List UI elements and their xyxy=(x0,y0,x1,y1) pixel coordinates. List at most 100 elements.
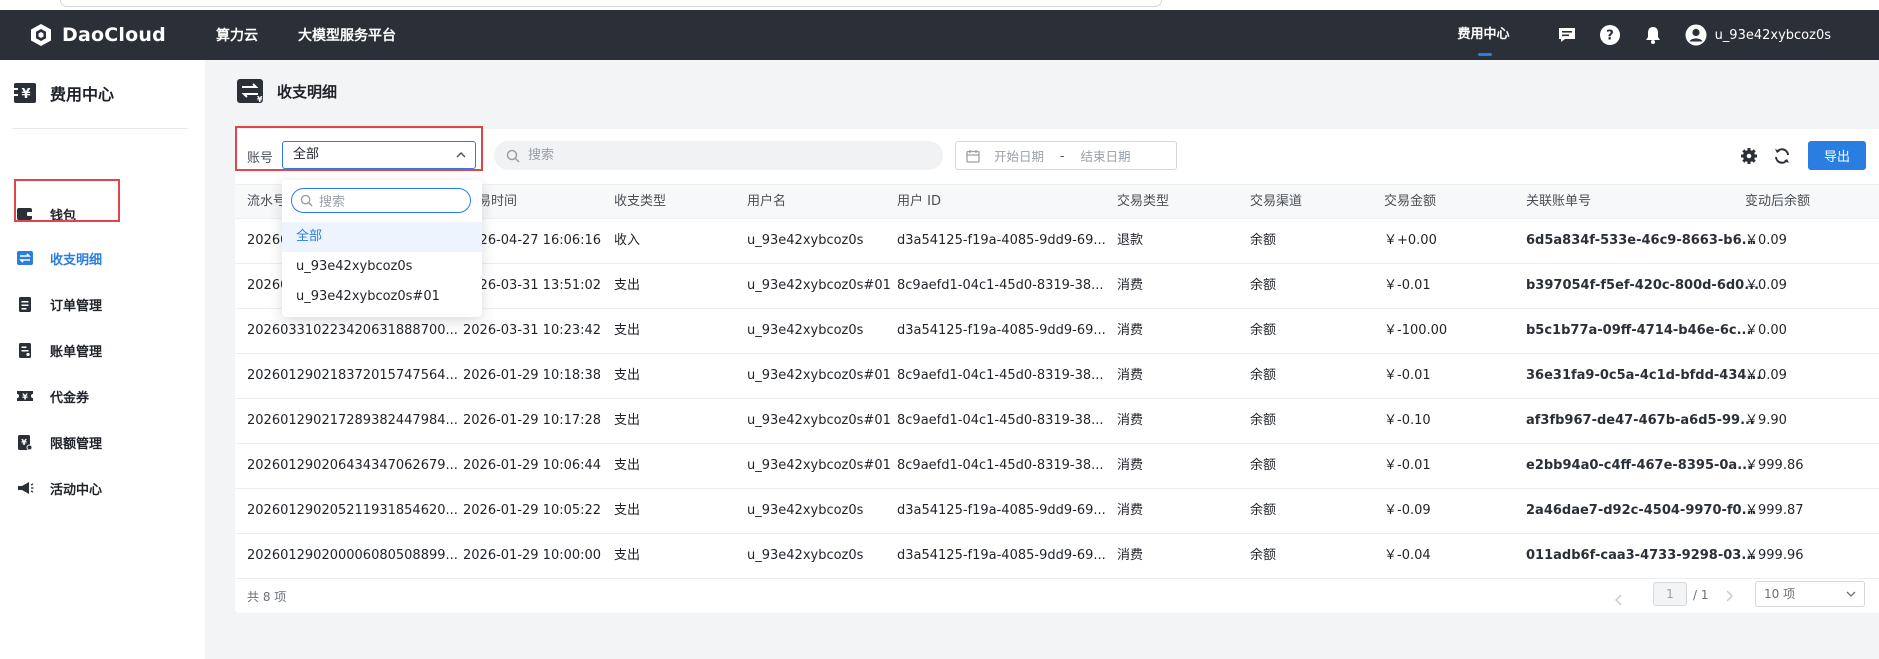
brand-logo[interactable]: DaoCloud xyxy=(28,21,166,49)
sidebar-item-transactions[interactable]: 收支明细 xyxy=(16,246,102,270)
chevron-down-icon xyxy=(1846,591,1856,597)
limit-icon: ¥ xyxy=(16,433,34,451)
table-row[interactable]: 20260129020000608050​8899... 2026-01-29 1… xyxy=(235,533,1879,579)
date-range-picker[interactable]: 开始日期 - 结束日期 xyxy=(955,141,1177,170)
cell-dir: 支出 xyxy=(614,323,641,338)
cell-uid: d3a54125-f19a-4085-9dd9-69... xyxy=(897,233,1106,248)
user-menu[interactable]: u_93e42xybcoz0s xyxy=(1685,24,1831,46)
col-user-id[interactable]: 用户 ID xyxy=(897,185,941,218)
bill-icon xyxy=(16,341,34,359)
highlight-box-sidebar xyxy=(14,179,120,222)
cell-channel: 余额 xyxy=(1250,278,1277,293)
cell-time: 2026-01-29 10:06:44 xyxy=(463,458,602,473)
topnav-item-cost-center[interactable]: 费用中心 xyxy=(1458,10,1510,60)
svg-text:¥: ¥ xyxy=(22,393,28,402)
col-time[interactable]: 易时间 xyxy=(478,185,517,218)
cell-time: 2026-01-29 10:00:00 xyxy=(463,548,602,563)
sidebar-item-limits[interactable]: ¥ 限额管理 xyxy=(16,430,102,454)
sidebar-item-bills[interactable]: 账单管理 xyxy=(16,338,102,362)
prev-page-icon[interactable] xyxy=(1615,588,1623,612)
col-username[interactable]: 用户名 xyxy=(747,185,786,218)
top-bar: DaoCloud 算力云 大模型服务平台 费用中心 ? u_93e42xybco… xyxy=(0,10,1879,60)
cell-amount: ￥+0.00 xyxy=(1384,233,1437,248)
cell-serial: 20260129021728938244​7984... xyxy=(247,413,458,428)
cell-dir: 支出 xyxy=(614,413,641,428)
dropdown-option-all[interactable]: 全部 xyxy=(282,222,482,252)
daocloud-logo-icon xyxy=(31,24,51,46)
cell-uid: d3a54125-f19a-4085-9dd9-69... xyxy=(897,503,1106,518)
cell-balance: ￥999.96 xyxy=(1745,548,1804,563)
cell-time: 2026-03-31 10:23:42 xyxy=(463,323,602,338)
col-trade-type[interactable]: 交易类型 xyxy=(1117,185,1169,218)
dropdown-option-user[interactable]: u_93e42xybcoz0s xyxy=(282,252,482,282)
page-number-input[interactable]: 1 xyxy=(1653,582,1687,606)
cell-bill: af3fb967-de47-467b-a6d5-99... xyxy=(1526,413,1755,428)
sidebar: ¥ 费用中心 钱包 收支明细 订单管理 账单管理 ¥ 代金券 ¥ 限额管理 活动… xyxy=(0,60,205,659)
cell-balance: ￥0.09 xyxy=(1745,278,1787,293)
dropdown-option-user-01[interactable]: u_93e42xybcoz0s#01 xyxy=(282,282,482,312)
search-icon xyxy=(506,149,520,163)
cell-user: u_93e42xybcoz0s#01 xyxy=(747,278,891,293)
message-icon[interactable] xyxy=(1556,24,1578,46)
page-size-select[interactable]: 10 项 xyxy=(1755,581,1865,607)
search-box[interactable] xyxy=(494,141,943,170)
cell-time: 2026-01-29 10:05:22 xyxy=(463,503,602,518)
export-button[interactable]: 导出 xyxy=(1808,141,1866,170)
cell-serial: 20260129020521193185​4620... xyxy=(247,503,458,518)
svg-text:¥: ¥ xyxy=(257,95,263,104)
cell-dir: 支出 xyxy=(614,368,641,383)
cell-uid: 8c9aefd1-04c1-45d0-8319-38... xyxy=(897,413,1104,428)
svg-text:¥: ¥ xyxy=(21,438,27,447)
topnav-item-llm-platform[interactable]: 大模型服务平台 xyxy=(298,25,396,45)
dropdown-search-input[interactable]: 搜索 xyxy=(291,188,471,213)
cell-balance: ￥9.90 xyxy=(1745,413,1787,428)
cell-user: u_93e42xybcoz0s#01 xyxy=(747,368,891,383)
transactions-icon xyxy=(16,249,34,267)
table-row[interactable]: 20260129021728938244​7984... 2026-01-29 1… xyxy=(235,398,1879,444)
sidebar-item-orders[interactable]: 订单管理 xyxy=(16,292,102,316)
cell-serial: 20260129021837201574​7564... xyxy=(247,368,458,383)
cell-amount: ￥-0.01 xyxy=(1384,458,1431,473)
sidebar-item-activity-center[interactable]: 活动中心 xyxy=(16,476,102,500)
sidebar-item-vouchers[interactable]: ¥ 代金券 xyxy=(16,384,89,408)
help-icon[interactable]: ? xyxy=(1599,24,1621,46)
table-row[interactable]: 2026033102234206318887​00... 2026-03-31 1… xyxy=(235,308,1879,354)
highlight-box-account xyxy=(235,126,483,171)
avatar-icon xyxy=(1685,24,1707,46)
refresh-icon[interactable] xyxy=(1772,146,1792,166)
cell-user: u_93e42xybcoz0s xyxy=(747,503,864,518)
cell-amount: ￥-0.04 xyxy=(1384,548,1431,563)
table-row[interactable]: 20260129020643434706​2679... 2026-01-29 1… xyxy=(235,443,1879,489)
cell-type: 消费 xyxy=(1117,458,1144,473)
col-channel[interactable]: 交易渠道 xyxy=(1250,185,1302,218)
svg-text:?: ? xyxy=(1606,29,1614,44)
cell-balance: ￥999.87 xyxy=(1745,503,1804,518)
table-row[interactable]: 20260129021837201574​7564... 2026-01-29 1… xyxy=(235,353,1879,399)
start-date-input[interactable]: 开始日期 xyxy=(994,146,1044,165)
settings-gear-icon[interactable] xyxy=(1739,146,1759,166)
col-bill-no[interactable]: 关联账单号 xyxy=(1526,185,1591,218)
col-balance[interactable]: 变动后余额 xyxy=(1745,185,1810,218)
cell-channel: 余额 xyxy=(1250,233,1277,248)
col-direction[interactable]: 收支类型 xyxy=(614,185,666,218)
bell-icon[interactable] xyxy=(1642,24,1664,46)
transactions-title-icon: ¥ xyxy=(237,79,263,104)
cell-type: 消费 xyxy=(1117,548,1144,563)
cell-channel: 余额 xyxy=(1250,323,1277,338)
next-page-icon[interactable] xyxy=(1725,587,1733,606)
total-count: 共 8 项 xyxy=(247,590,287,604)
cell-type: 退款 xyxy=(1117,233,1144,248)
account-dropdown: 搜索 全部 u_93e42xybcoz0s u_93e42xybcoz0s#01 xyxy=(282,180,482,317)
col-serial[interactable]: 流水号 xyxy=(247,185,286,218)
topnav-item-compute-cloud[interactable]: 算力云 xyxy=(216,25,258,45)
search-input[interactable] xyxy=(526,147,910,164)
table-row[interactable]: 20260129020521193185​4620... 2026-01-29 1… xyxy=(235,488,1879,534)
cell-uid: 8c9aefd1-04c1-45d0-8319-38... xyxy=(897,278,1104,293)
col-amount[interactable]: 交易金额 xyxy=(1384,185,1436,218)
cell-type: 消费 xyxy=(1117,368,1144,383)
end-date-input[interactable]: 结束日期 xyxy=(1081,146,1131,165)
voucher-icon: ¥ xyxy=(16,387,34,405)
cell-bill: b397054f-f5ef-420c-800d-6d0... xyxy=(1526,278,1760,293)
cell-user: u_93e42xybcoz0s xyxy=(747,548,864,563)
browser-address-bar[interactable] xyxy=(60,0,1162,7)
